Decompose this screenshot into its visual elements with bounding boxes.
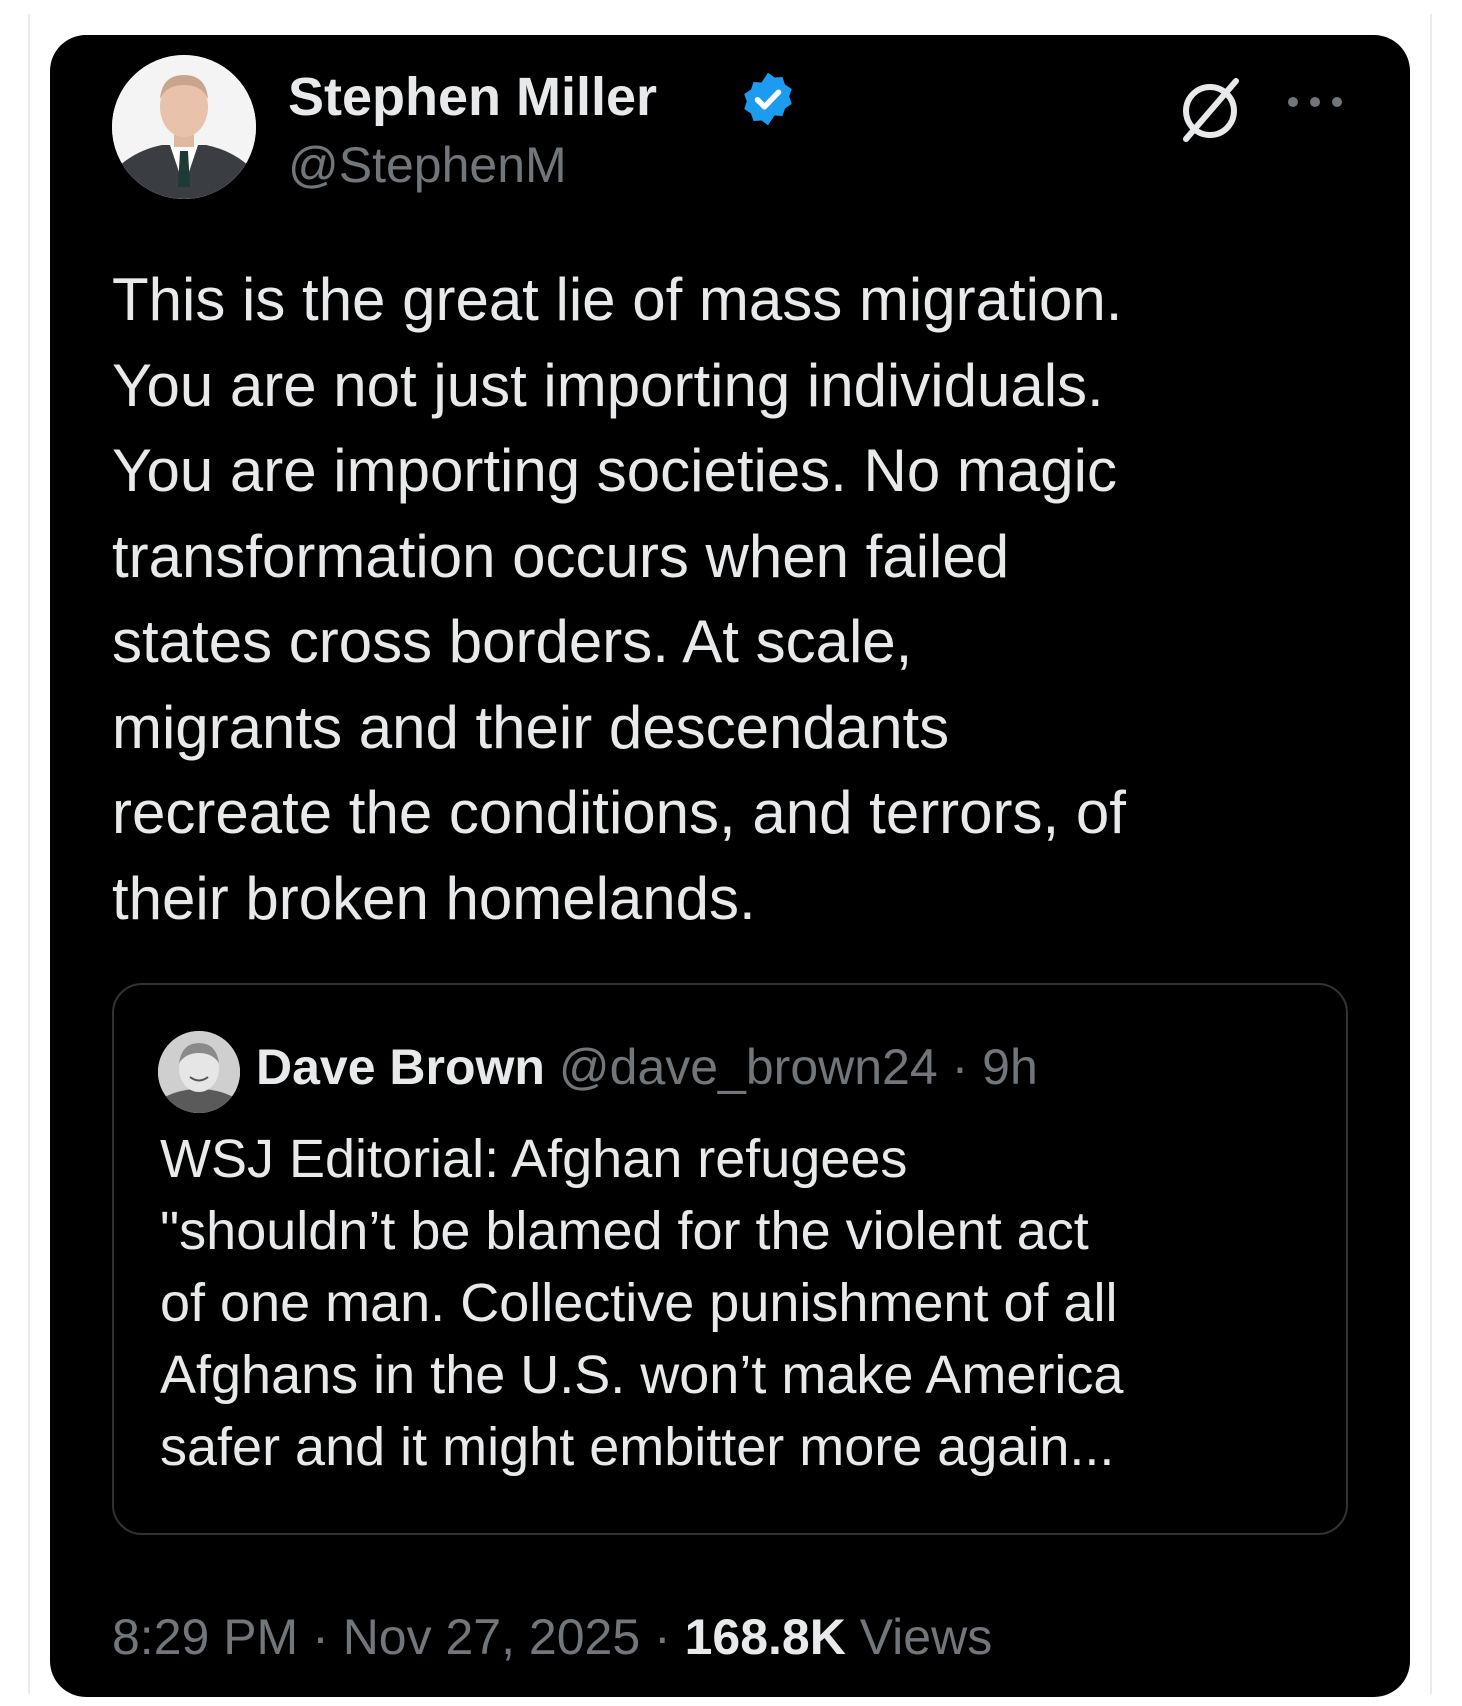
author-handle[interactable]: @StephenM xyxy=(288,135,567,195)
tweet-footer: 8:29 PM · Nov 27, 2025 · 168.8K Views xyxy=(112,1605,992,1669)
grok-icon[interactable] xyxy=(1174,73,1246,145)
quote-author-avatar-image xyxy=(158,1031,240,1113)
quoted-tweet[interactable]: Dave Brown @dave_brown24 · 9h WSJ Editor… xyxy=(112,983,1348,1535)
tweet-text: This is the great lie of mass migration.… xyxy=(112,266,1126,932)
verified-badge-icon xyxy=(744,72,792,126)
footer-separator: · xyxy=(654,1609,671,1665)
quote-author-avatar[interactable] xyxy=(158,1031,240,1113)
quote-separator: · xyxy=(951,1039,969,1095)
more-options-icon[interactable] xyxy=(1282,87,1348,117)
author-name[interactable]: Stephen Miller xyxy=(288,65,657,129)
author-avatar-image xyxy=(112,55,256,199)
tweet-time[interactable]: 8:29 PM xyxy=(112,1609,298,1665)
quote-text: WSJ Editorial: Afghan refugees "shouldn’… xyxy=(160,1129,1124,1477)
quote-author-name[interactable]: Dave Brown xyxy=(256,1039,545,1095)
views-count[interactable]: 168.8K xyxy=(685,1609,846,1665)
tweet-card[interactable]: Stephen Miller @StephenM This is the gre… xyxy=(50,35,1410,1697)
quote-author-handle[interactable]: @dave_brown24 xyxy=(559,1039,938,1095)
quote-timestamp[interactable]: 9h xyxy=(982,1039,1038,1095)
tweet-date[interactable]: Nov 27, 2025 xyxy=(343,1609,640,1665)
footer-separator: · xyxy=(312,1609,329,1665)
author-avatar[interactable] xyxy=(112,55,256,199)
views-label[interactable]: Views xyxy=(860,1609,992,1665)
quote-header: Dave Brown @dave_brown24 · 9h xyxy=(256,1035,1038,1099)
